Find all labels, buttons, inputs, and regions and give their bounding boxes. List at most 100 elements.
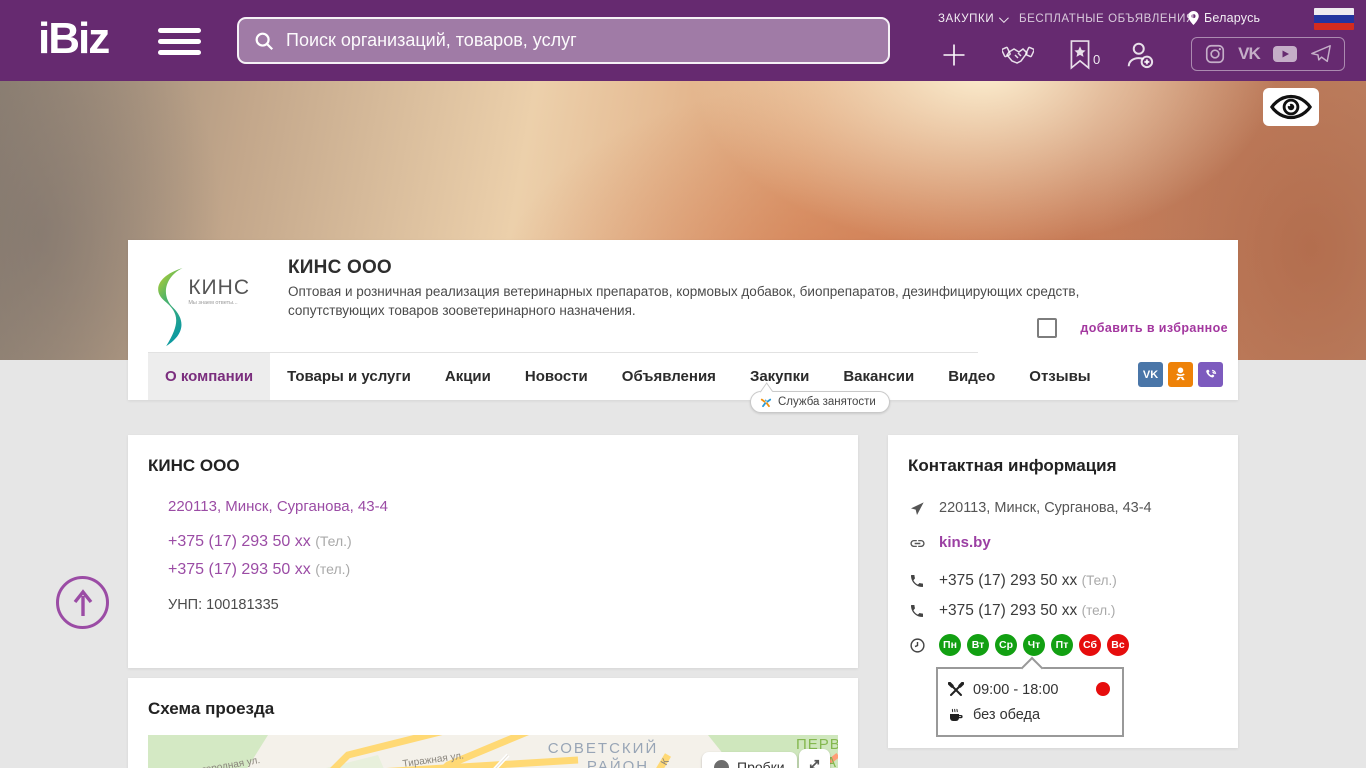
- day-badge-tue[interactable]: Вт: [967, 634, 989, 656]
- tab-reviews[interactable]: Отзывы: [1012, 353, 1107, 400]
- phone-suffix: (Тел.): [315, 533, 352, 549]
- map[interactable]: СОВЕТСКИЙ РАЙОН ПЕРВОМАЙСКИЙ РАЙОН Тираж…: [148, 735, 838, 768]
- profile-add-icon[interactable]: [1120, 36, 1160, 74]
- working-hours-value: 09:00 - 18:00: [973, 681, 1059, 698]
- language-flag-russian[interactable]: [1314, 8, 1354, 30]
- traffic-button-label: Пробки: [737, 759, 785, 768]
- day-badge-mon[interactable]: Пн: [939, 634, 961, 656]
- phone-number[interactable]: +375 (17) 293 50 xx: [939, 572, 1077, 589]
- share-viber-button[interactable]: [1198, 362, 1223, 387]
- page: iBiz ЗАКУПКИ БЕСПЛАТНЫЕ ОБЪЯВЛЕНИЯ Белар…: [0, 0, 1366, 768]
- contacts-phone-2: +375 (17) 293 50 xx (тел.): [939, 602, 1115, 620]
- phone-number[interactable]: +375 (17) 293 50 xx: [168, 533, 311, 550]
- company-logo: КИНС Мы знаем ответы...: [148, 248, 250, 347]
- day-badge-wed[interactable]: Ср: [995, 634, 1017, 656]
- about-unp: УНП: 100181335: [168, 597, 279, 613]
- youtube-icon[interactable]: [1272, 44, 1298, 64]
- working-days: Пн Вт Ср Чт Пт Сб Вс: [939, 634, 1129, 656]
- favorite-label[interactable]: добавить в избранное: [1080, 321, 1228, 335]
- phone-icon: [908, 602, 926, 619]
- favorite-checkbox[interactable]: [1037, 318, 1058, 338]
- chevron-down-icon: [999, 12, 1010, 23]
- accessibility-eye-button[interactable]: [1263, 88, 1319, 126]
- eye-icon: [1270, 94, 1312, 120]
- handshake-icon[interactable]: [998, 36, 1038, 74]
- tab-video[interactable]: Видео: [931, 353, 1012, 400]
- about-phone-2: +375 (17) 293 50 xx (тел.): [168, 561, 838, 579]
- share-buttons: VK: [1138, 362, 1223, 387]
- link-zakupki[interactable]: ЗАКУПКИ: [938, 12, 1010, 25]
- employment-service-tooltip: Служба занятости: [750, 391, 890, 413]
- contacts-website-link[interactable]: kins.by: [939, 534, 991, 551]
- employment-service-icon: [760, 396, 772, 408]
- expand-icon: [809, 759, 820, 768]
- working-hours-popup: 09:00 - 18:00 без обеда: [936, 667, 1124, 737]
- contacts-address: 220113, Минск, Сурганова, 43-4: [939, 500, 1152, 516]
- share-ok-button[interactable]: [1168, 362, 1193, 387]
- search-icon: [255, 32, 274, 50]
- day-badge-sat[interactable]: Сб: [1079, 634, 1101, 656]
- location-pin-icon: [1188, 11, 1199, 25]
- company-header-card: КИНС Мы знаем ответы... КИНС ООО Оптовая…: [128, 240, 1238, 400]
- header-social-links: VK: [1191, 37, 1345, 71]
- phone-suffix: (тел.): [1081, 603, 1116, 618]
- map-fullscreen-button[interactable]: [799, 749, 830, 768]
- link-zakupki-label: ЗАКУПКИ: [938, 13, 995, 25]
- about-title: КИНС ООО: [148, 456, 240, 475]
- vk-icon[interactable]: VK: [1238, 44, 1261, 64]
- day-badge-sun[interactable]: Вс: [1107, 634, 1129, 656]
- arrow-up-icon: [73, 588, 92, 616]
- phone-suffix: (Тел.): [1081, 573, 1117, 588]
- contacts-title: Контактная информация: [908, 456, 1117, 475]
- coffee-cup-icon: [950, 708, 963, 721]
- about-phone-1: +375 (17) 293 50 xx (Тел.): [168, 533, 838, 551]
- link-icon: [908, 534, 926, 552]
- about-card: КИНС ООО 220113, Минск, Сурганова, 43-4 …: [128, 435, 858, 668]
- contacts-card: Контактная информация 220113, Минск, Сур…: [888, 435, 1238, 748]
- contacts-phone-1: +375 (17) 293 50 xx (Тел.): [939, 572, 1117, 590]
- search-bar: [237, 17, 890, 64]
- favorites-count: 0: [1093, 52, 1101, 67]
- tab-news[interactable]: Новости: [508, 353, 605, 400]
- company-logo-text: КИНС: [188, 276, 250, 299]
- about-address-link[interactable]: 220113, Минск, Сурганова, 43-4: [168, 498, 388, 515]
- employment-service-label: Служба занятости: [778, 396, 876, 408]
- phone-number[interactable]: +375 (17) 293 50 xx: [939, 602, 1077, 619]
- day-badge-fri[interactable]: Пт: [1051, 634, 1073, 656]
- scroll-to-top-button[interactable]: [56, 576, 109, 629]
- phone-suffix: (тел.): [315, 561, 351, 577]
- clock-icon: [908, 636, 926, 654]
- map-district-label: СОВЕТСКИЙ: [548, 739, 658, 757]
- share-vk-button[interactable]: VK: [1138, 362, 1163, 387]
- instagram-icon[interactable]: [1204, 43, 1226, 65]
- lunch-value: без обеда: [973, 706, 1041, 723]
- traffic-light-icon: [714, 759, 729, 768]
- company-name: КИНС ООО: [288, 257, 392, 278]
- add-to-favorites: добавить в избранное: [1037, 318, 1228, 338]
- menu-hamburger-icon[interactable]: [158, 28, 201, 55]
- phone-icon: [908, 572, 926, 589]
- phone-number[interactable]: +375 (17) 293 50 xx: [168, 561, 311, 578]
- company-logo-tagline: Мы знаем ответы...: [188, 300, 238, 306]
- traffic-button[interactable]: Пробки: [702, 752, 797, 768]
- link-free-ads-label: БЕСПЛАТНЫЕ ОБЪЯВЛЕНИЯ: [1019, 13, 1195, 25]
- tab-about[interactable]: О компании: [148, 353, 271, 400]
- tab-promos[interactable]: Акции: [428, 353, 508, 400]
- telegram-icon[interactable]: [1310, 43, 1332, 65]
- company-description: Оптовая и розничная реализация ветеринар…: [288, 284, 1080, 318]
- map-card: Схема проезда СОВЕТСКИЙ РАЙОН ПЕРВ Тираж…: [128, 678, 858, 768]
- header: iBiz ЗАКУПКИ БЕСПЛАТНЫЕ ОБЪЯВЛЕНИЯ Белар…: [0, 0, 1366, 81]
- link-free-ads[interactable]: БЕСПЛАТНЫЕ ОБЪЯВЛЕНИЯ: [1019, 13, 1195, 25]
- map-title: Схема проезда: [148, 699, 275, 718]
- tab-products[interactable]: Товары и услуги: [270, 353, 428, 400]
- tab-ads[interactable]: Объявления: [605, 353, 733, 400]
- search-input[interactable]: [286, 30, 874, 51]
- site-logo[interactable]: iBiz: [38, 14, 110, 64]
- add-plus-icon[interactable]: [934, 36, 974, 74]
- link-country-label: Беларусь: [1204, 11, 1261, 25]
- navigation-arrow-icon: [908, 500, 926, 517]
- day-badge-thu[interactable]: Чт: [1023, 634, 1045, 656]
- link-country[interactable]: Беларусь: [1188, 11, 1260, 25]
- status-dot: [1096, 682, 1110, 696]
- company-logo-swoosh: [158, 268, 183, 347]
